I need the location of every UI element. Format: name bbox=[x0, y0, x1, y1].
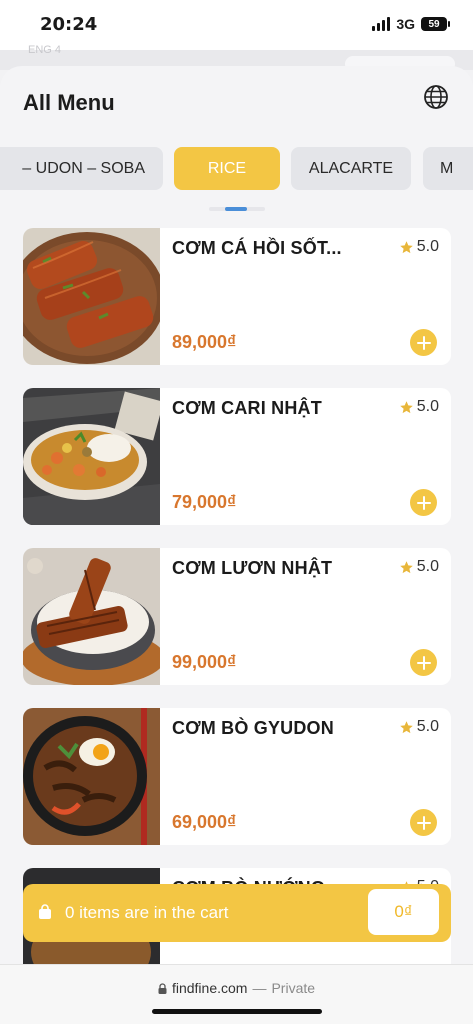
tab-alacarte[interactable]: ALACARTE bbox=[291, 147, 411, 190]
tab-label: M bbox=[440, 159, 454, 177]
tab-label: – UDON – SOBA bbox=[22, 159, 145, 177]
item-rating: 5.0 bbox=[399, 238, 439, 256]
menu-item[interactable]: CƠM LƯƠN NHẬT 5.0 99,000₫ bbox=[23, 548, 451, 685]
star-icon bbox=[400, 560, 413, 573]
plus-icon bbox=[416, 655, 431, 670]
tab-label: ALACARTE bbox=[308, 159, 394, 177]
add-to-cart-button[interactable] bbox=[410, 329, 437, 356]
cart-total: 0₫ bbox=[394, 902, 413, 921]
rating-value: 5.0 bbox=[416, 718, 439, 735]
tab-scroll-indicator bbox=[209, 207, 265, 211]
category-tabs: – UDON – SOBA RICE ALACARTE M bbox=[0, 147, 473, 191]
status-indicators: 3G 59 bbox=[372, 16, 450, 32]
unagi-rice-photo bbox=[23, 548, 160, 685]
plus-icon bbox=[416, 495, 431, 510]
menu-sheet: All Menu – UDON – SOBA RICE ALACARTE M C… bbox=[0, 66, 473, 964]
star-icon bbox=[400, 400, 413, 413]
cart-summary: 0 items are in the cart bbox=[65, 903, 229, 922]
status-bar: 20:24 3G 59 bbox=[0, 0, 473, 50]
url-separator: — bbox=[252, 980, 267, 996]
japanese-curry-photo bbox=[23, 388, 160, 525]
rating-value: 5.0 bbox=[416, 238, 439, 255]
item-rating: 5.0 bbox=[399, 398, 439, 416]
menu-item[interactable]: CƠM BÒ GYUDON 5.0 69,000₫ bbox=[23, 708, 451, 845]
tab-rice[interactable]: RICE bbox=[174, 147, 280, 190]
item-price: 89,000₫ bbox=[172, 332, 237, 352]
lock-icon bbox=[158, 982, 167, 994]
background-text: ENG 4 bbox=[28, 44, 62, 56]
item-price: 99,000₫ bbox=[172, 652, 237, 672]
home-indicator[interactable] bbox=[152, 1009, 322, 1014]
cart-total-button[interactable]: 0₫ bbox=[368, 889, 439, 935]
battery-icon: 59 bbox=[421, 17, 450, 31]
add-to-cart-button[interactable] bbox=[410, 649, 437, 676]
menu-item[interactable]: CƠM CARI NHẬT 5.0 79,000₫ bbox=[23, 388, 451, 525]
scroll-thumb bbox=[225, 207, 247, 211]
signal-icon bbox=[372, 17, 391, 31]
private-mode-label: Private bbox=[271, 980, 316, 996]
url-domain: findfine.com bbox=[171, 980, 248, 996]
item-price: 69,000₫ bbox=[172, 812, 237, 832]
add-to-cart-button[interactable] bbox=[410, 489, 437, 516]
rating-value: 5.0 bbox=[416, 558, 439, 575]
salmon-teriyaki-photo bbox=[23, 228, 160, 365]
battery-level: 59 bbox=[428, 18, 440, 30]
rating-value: 5.0 bbox=[416, 398, 439, 415]
tab-more[interactable]: M bbox=[423, 147, 473, 190]
tab-udon-soba[interactable]: – UDON – SOBA bbox=[0, 147, 163, 190]
shopping-bag-icon bbox=[39, 904, 51, 919]
page-title: All Menu bbox=[23, 90, 115, 115]
item-name: CƠM CÁ HỒI SỐT... bbox=[172, 238, 342, 258]
add-to-cart-button[interactable] bbox=[410, 809, 437, 836]
plus-icon bbox=[416, 335, 431, 350]
star-icon bbox=[400, 720, 413, 733]
item-name: CƠM LƯƠN NHẬT bbox=[172, 558, 333, 578]
star-icon bbox=[400, 240, 413, 253]
menu-list: CƠM CÁ HỒI SỐT... 5.0 89,000₫ CƠM CARI N… bbox=[23, 228, 451, 964]
status-time: 20:24 bbox=[40, 14, 98, 35]
globe-icon[interactable] bbox=[423, 84, 449, 110]
item-rating: 5.0 bbox=[399, 558, 439, 576]
plus-icon bbox=[416, 815, 431, 830]
browser-toolbar: findfine.com — Private bbox=[0, 964, 473, 1024]
address-bar[interactable]: findfine.com — Private bbox=[0, 980, 473, 996]
item-rating: 5.0 bbox=[399, 718, 439, 736]
gyudon-photo bbox=[23, 708, 160, 845]
menu-item[interactable]: CƠM CÁ HỒI SỐT... 5.0 89,000₫ bbox=[23, 228, 451, 365]
item-name: CƠM CARI NHẬT bbox=[172, 398, 322, 418]
network-type: 3G bbox=[396, 16, 415, 32]
tab-label: RICE bbox=[207, 159, 247, 177]
item-name: CƠM BÒ GYUDON bbox=[172, 718, 334, 738]
cart-bar[interactable]: 0 items are in the cart 0₫ bbox=[23, 884, 451, 942]
item-price: 79,000₫ bbox=[172, 492, 237, 512]
